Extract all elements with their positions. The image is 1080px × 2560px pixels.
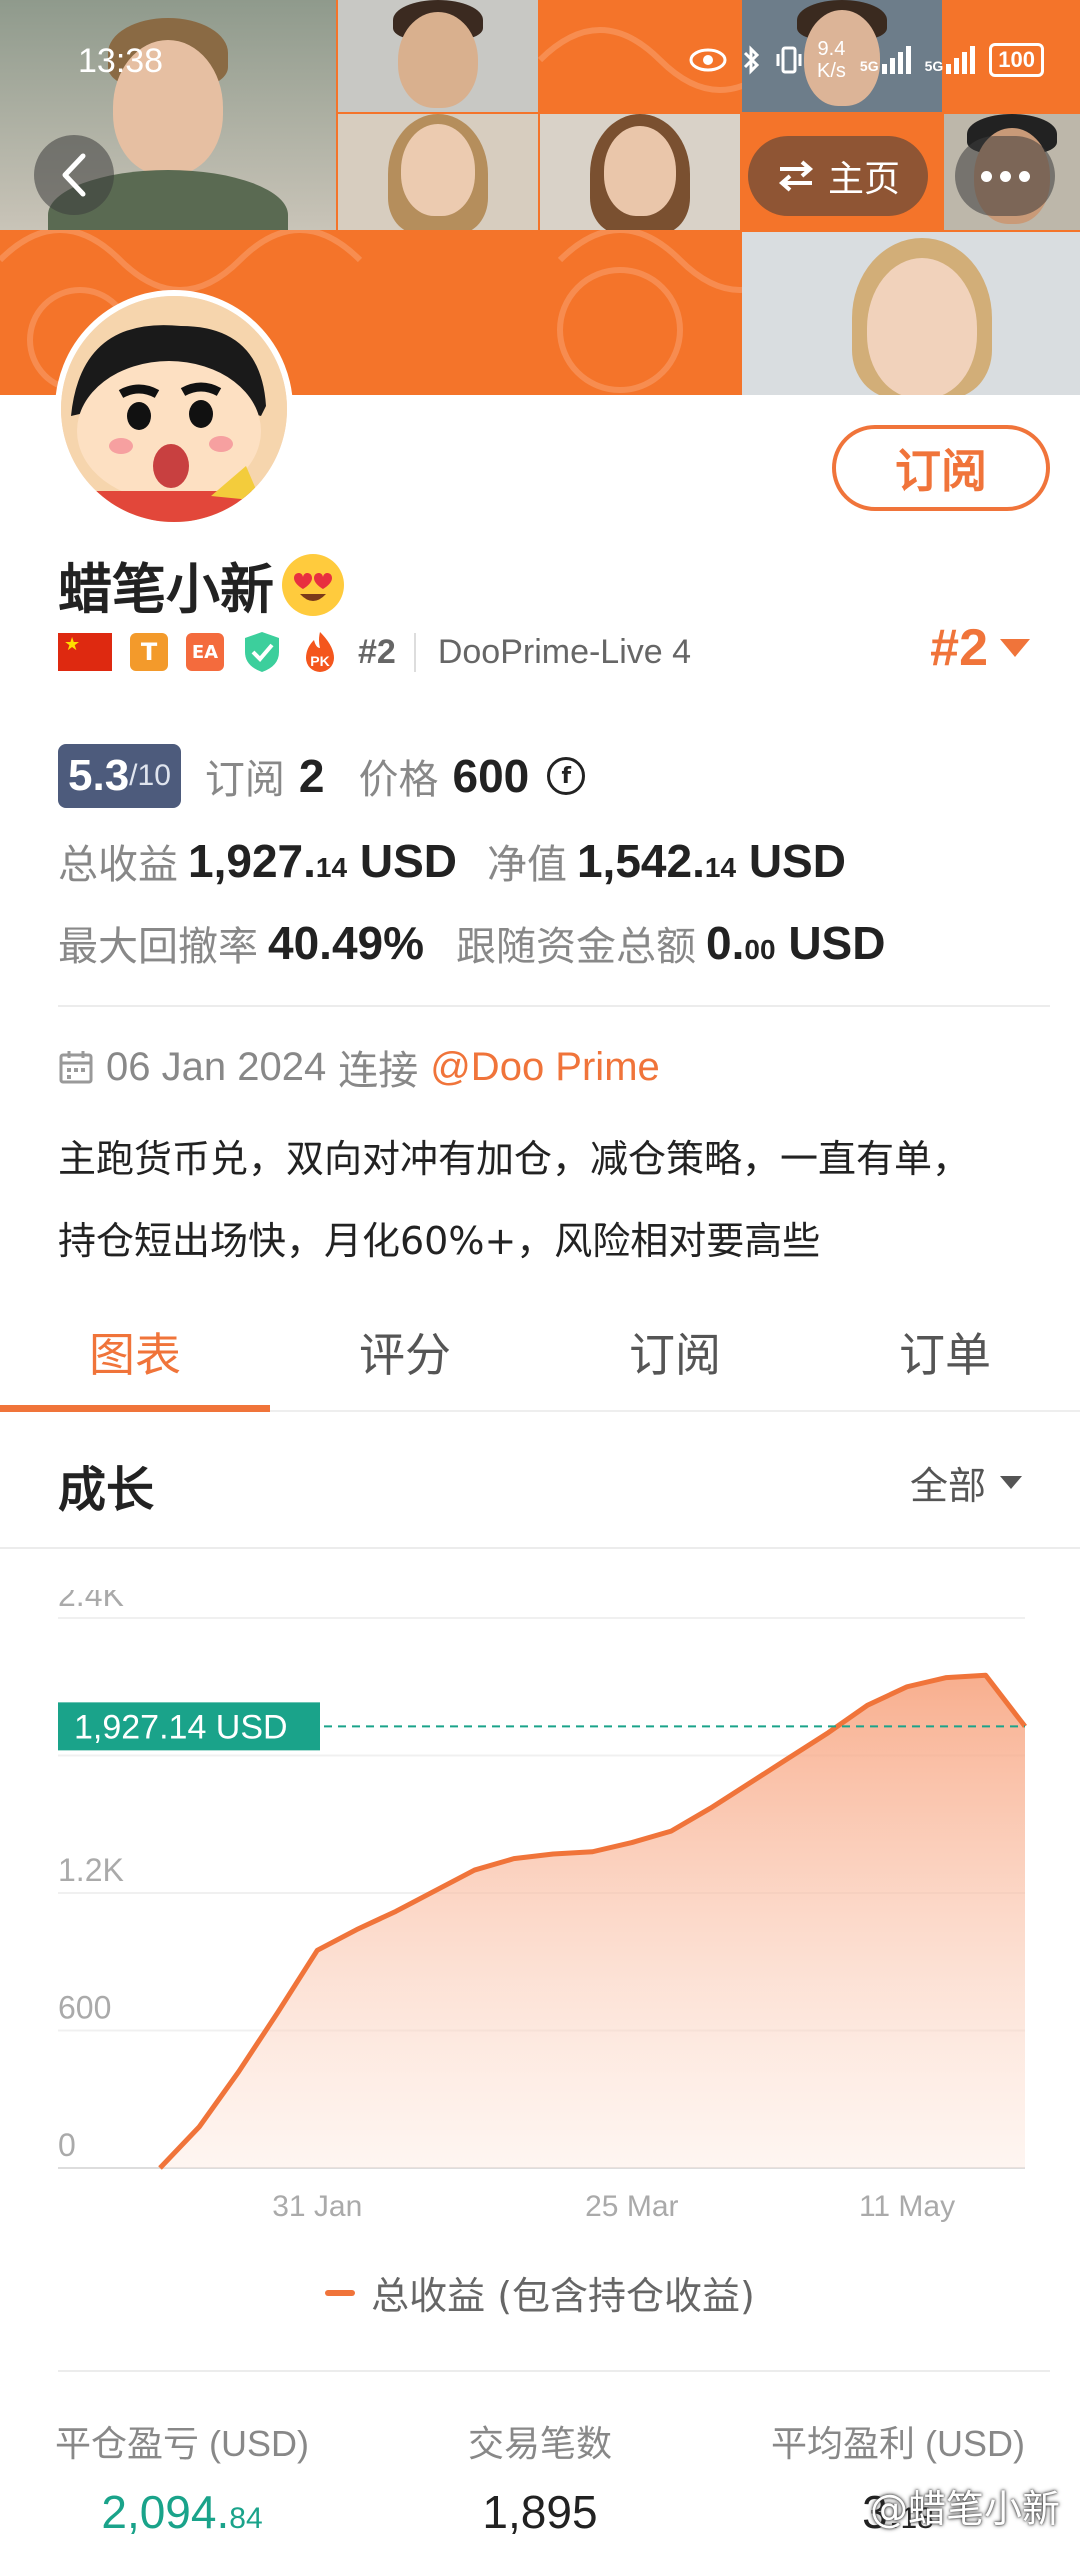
price-label: 价格 [358,757,439,803]
range-select[interactable]: 全部 [910,1455,1022,1510]
score-badge: 5.3/10 [58,744,181,808]
eye-icon [689,48,727,72]
shield-check-icon [245,632,279,672]
equity-value: 1,542.14 USD [576,835,846,887]
tab-orders[interactable]: 订单 [810,1300,1080,1410]
china-flag-icon [58,633,112,671]
signal-icon-1: 5G [860,46,911,74]
avatar[interactable] [55,290,293,528]
banner-photo-4 [540,114,740,230]
caret-down-icon [1000,639,1030,657]
broker-link[interactable]: @Doo Prime [430,1045,660,1090]
trader-badge: T [130,633,168,671]
more-dot [1018,170,1030,182]
banner-photo-7 [742,232,1080,395]
total-profit-label: 总收益 [58,842,178,888]
watermark: @蜡笔小新 [869,2487,1060,2531]
closed-pnl-value: 2,094.84 [101,2486,263,2538]
banner-photo-2 [338,0,538,112]
server-name: DooPrime-Live 4 [413,632,691,672]
chart-x-axis: 31 Jan 25 Mar 11 May [272,2190,955,2223]
range-label: 全部 [909,1464,986,1508]
current-value-label: 1,927.14 USD [74,1708,288,1746]
net-speed: 9.4 K/s [817,38,846,82]
description-line: 主跑货币兑，双向对冲有加仓，减仓策略，一直有单， [58,1137,971,1181]
max-drawdown-label: 最大回撤率 [58,924,258,970]
x-tick-label: 11 May [859,2190,955,2223]
connect-date: 06 Jan 2024 [106,1044,327,1089]
x-tick-label: 31 Jan [272,2190,362,2223]
battery-icon: 100 [989,43,1044,77]
connect-label: 连接 [338,1049,419,1093]
follow-funds-value: 0.00 USD [706,917,886,969]
closed-pnl-stat: 平仓盈亏 (USD) 2,094.84 [55,2423,309,2538]
legend-swatch [325,2289,356,2296]
chevron-left-icon [62,153,86,197]
chart-y-axis: 06001.2K1.8K2.4K [58,1590,124,2163]
growth-chart[interactable]: 06001.2K1.8K2.4K 31 Jan25 Mar11 May 1,92… [0,1590,1080,2250]
y-tick-label: 0 [58,2127,76,2163]
more-dot [980,170,992,182]
tab-subscribe[interactable]: 订阅 [540,1300,810,1410]
badges-row: T EA PK #2 DooPrime-Live 4 [58,630,691,674]
description-line: 持仓短出场快，月化60%+，风险相对要高些 [58,1219,821,1263]
svg-text:PK: PK [310,653,329,669]
chart-legend: 总收益 (包含持仓收益) [0,2265,1080,2320]
equity-label: 净值 [486,842,567,888]
back-button[interactable] [34,135,114,215]
tab-chart[interactable]: 图表 [0,1300,270,1412]
calendar-icon [59,1051,93,1084]
subscribe-button[interactable]: 订阅 [832,425,1050,511]
trade-count-value: 1,895 [482,2486,598,2538]
username-text: 蜡笔小新 [58,558,274,621]
pk-fire-icon: PK [306,632,334,672]
status-icons: 9.4 K/s 5G 5G 100 [689,38,1044,82]
y-tick-label: 1.2K [58,1852,124,1888]
username: 蜡笔小新 [58,545,344,624]
vibrate-icon [776,46,802,74]
subscribe-count-label: 订阅 [204,757,285,803]
bluetooth-icon [743,45,760,75]
total-profit-value: 1,927.14 USD [188,835,457,887]
subscribe-count: 2 [298,750,325,802]
y-tick-label: 2.4K [58,1590,124,1613]
max-drawdown-value: 40.49% [268,917,425,969]
more-button[interactable] [955,136,1055,216]
home-label: 主页 [827,159,900,200]
banner-photo-3 [338,114,538,230]
legend-label: 总收益 (包含持仓收益) [371,2274,755,2318]
connection-info: 06 Jan 2024 连接 @Doo Prime [58,1038,660,1096]
heart-eyes-emoji-icon [282,553,344,616]
divider [58,1005,1050,1007]
growth-title: 成长 [58,1462,155,1518]
caret-down-icon [1000,1476,1022,1489]
swap-icon [778,160,814,192]
status-time: 13:38 [78,42,164,80]
x-tick-label: 25 Mar [585,2190,678,2223]
follow-funds-label: 跟随资金总额 [456,924,697,970]
rank-small: #2 [358,632,396,671]
tab-rating[interactable]: 评分 [270,1300,540,1410]
strategy-description: 主跑货币兑，双向对冲有加仓，减仓策略，一直有单， 持仓短出场快，月化60%+，风… [58,1118,1048,1282]
more-dot [999,170,1011,182]
price-value: 600 [452,750,530,802]
drawdown-row: 最大回撤率 40.49% 跟随资金总额 0.00 USD [58,914,885,972]
trade-count-stat: 交易笔数 1,895 [467,2423,612,2538]
coin-icon: f [547,757,586,795]
tab-bar: 图表 评分 订阅 订单 [0,1300,1080,1412]
rank-dropdown[interactable]: #2 [930,618,1030,678]
home-button[interactable]: 主页 [748,136,928,216]
score-row: 5.3/10 订阅 2 价格 600 f [58,744,586,808]
cartoon-avatar-image [61,296,287,522]
profit-row: 总收益 1,927.14 USD 净值 1,542.14 USD [58,832,846,890]
ea-badge: EA [186,633,224,671]
signal-icon-2: 5G [925,46,976,74]
rank-big-label: #2 [930,619,988,677]
divider [0,1547,1080,1549]
divider [58,2370,1050,2372]
y-tick-label: 600 [58,1990,111,2026]
